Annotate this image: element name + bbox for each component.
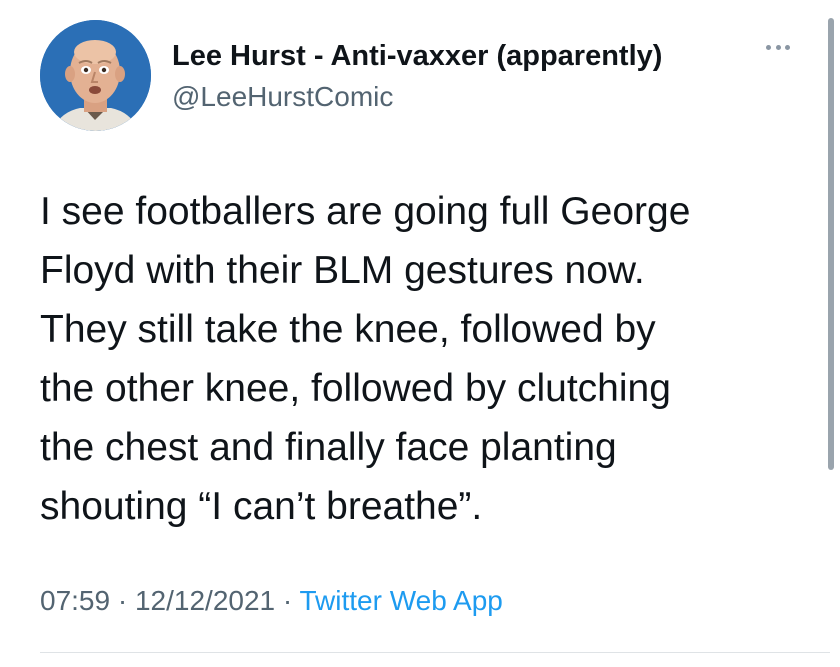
more-options-icon[interactable] [766,40,790,54]
tweet-text-line: the other knee, followed by clutching [40,367,671,410]
tweet-text-line: the chest and finally face planting [40,426,617,469]
avatar[interactable] [40,20,151,131]
more-dot [766,44,771,50]
tweet-text-line: I see footballers are going full George [40,190,691,233]
tweet-text-line: Floyd with their BLM gestures now. [40,249,645,292]
tweet-text-line: They still take the knee, followed by [40,308,656,351]
tweet-text: I see footballers are going full George … [40,182,820,536]
more-dot [775,44,781,50]
divider [40,652,830,653]
scrollbar[interactable] [828,18,834,470]
tweet-date[interactable]: 12/12/2021 [135,585,275,616]
author-handle[interactable]: @LeeHurstComic [172,81,393,113]
meta-separator: · [275,585,300,616]
tweet-metadata: 07:59 · 12/12/2021 · Twitter Web App [40,585,503,617]
tweet-time[interactable]: 07:59 [40,585,110,616]
avatar-image [40,20,151,131]
author-display-name[interactable]: Lee Hurst - Anti-vaxxer (apparently) [172,40,662,73]
meta-separator: · [110,585,135,616]
tweet-source-link[interactable]: Twitter Web App [300,585,503,616]
more-dot [785,44,790,50]
tweet-text-line: shouting “I can’t breathe”. [40,485,483,528]
tweet-card: Lee Hurst - Anti-vaxxer (apparently) @Le… [0,0,840,667]
